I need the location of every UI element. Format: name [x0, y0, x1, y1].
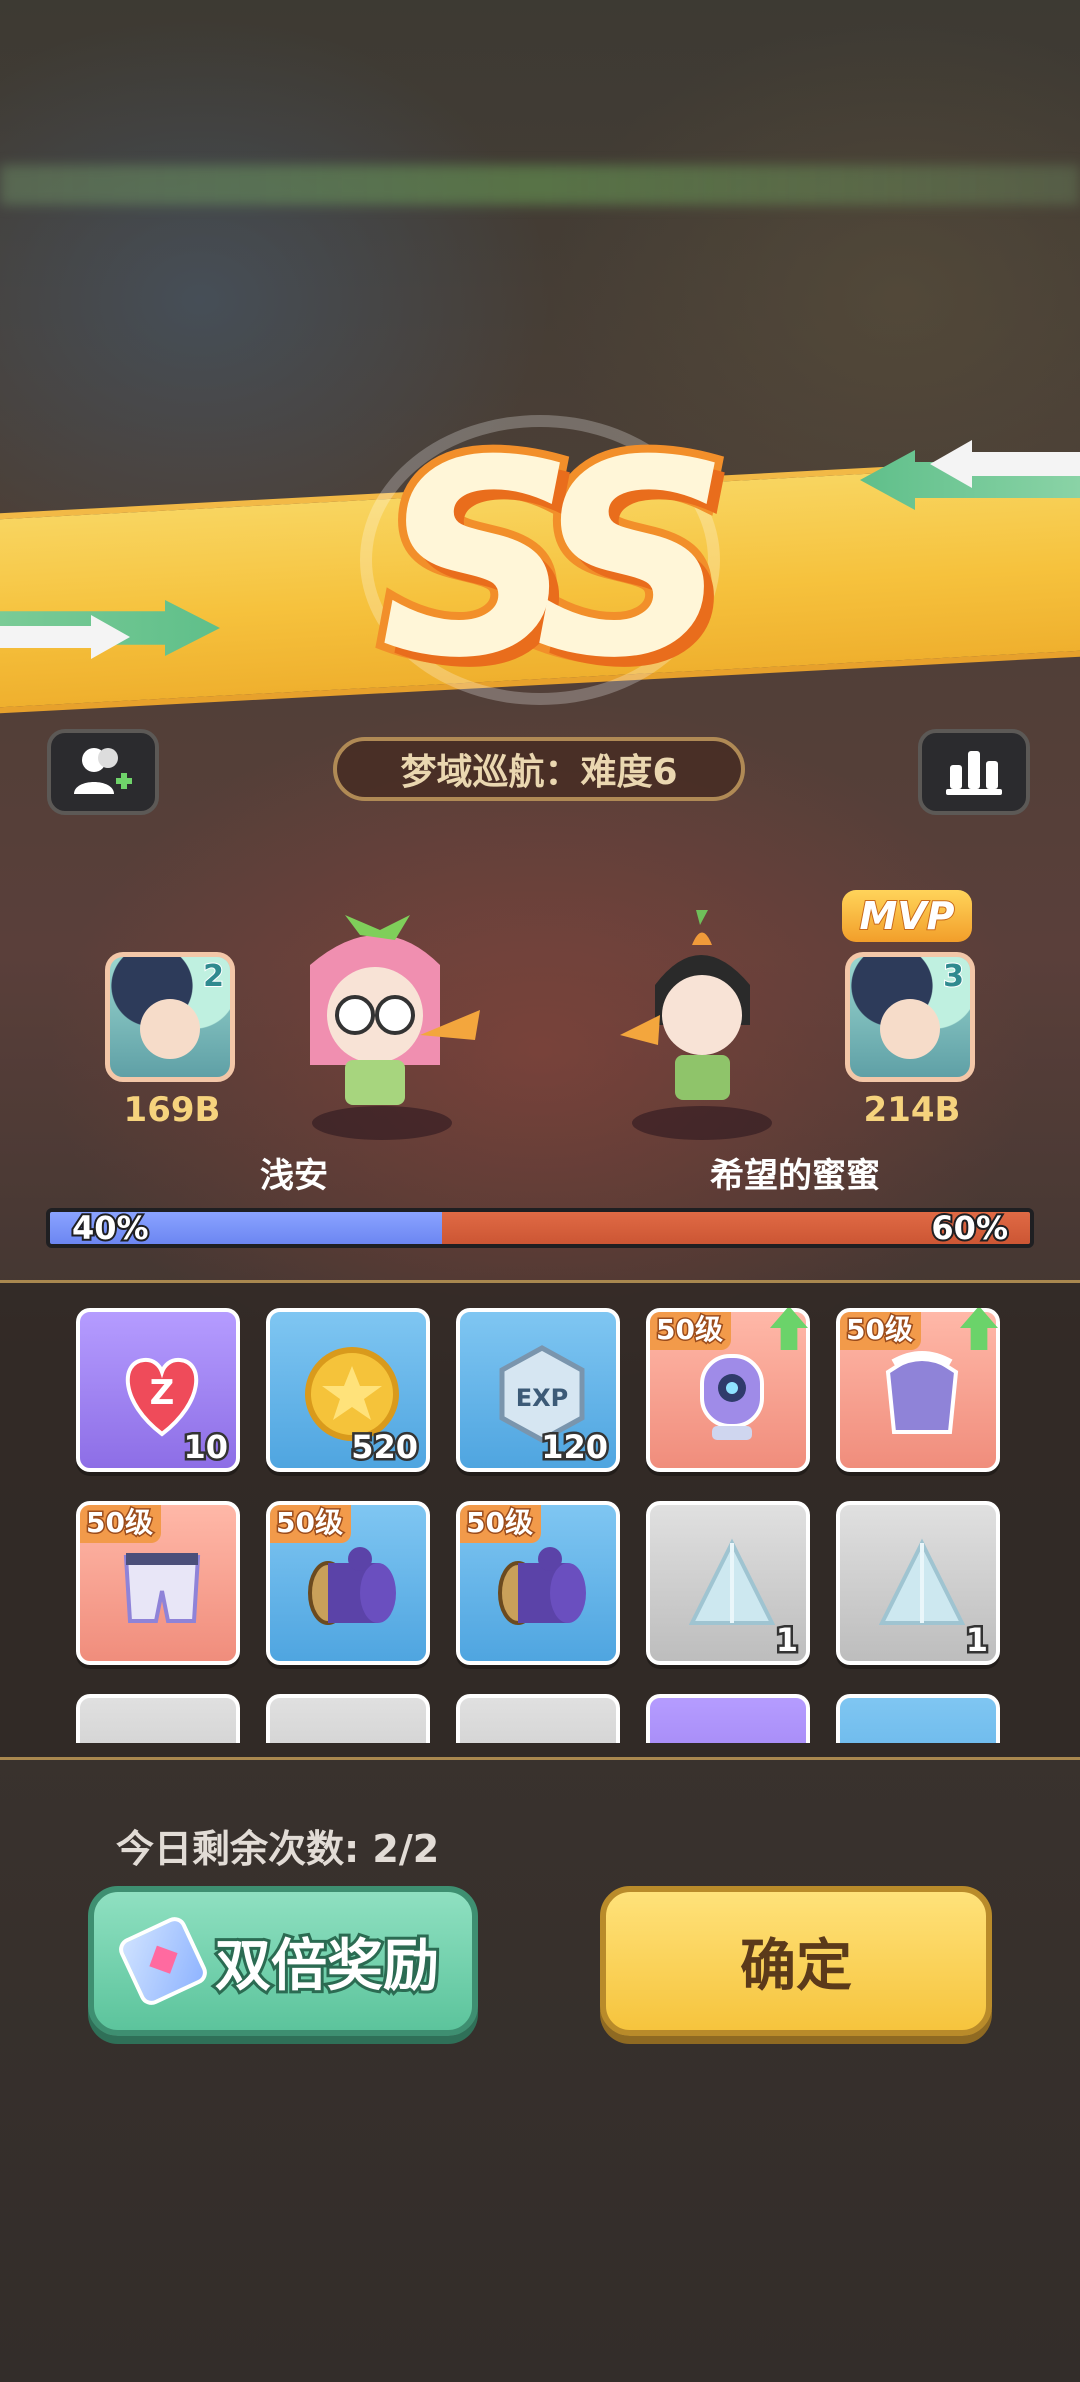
reward-item[interactable]: 1	[836, 1501, 1000, 1665]
reward-item[interactable]	[76, 1694, 240, 1743]
svg-text:Z: Z	[150, 1373, 175, 1413]
add-friend-icon	[74, 748, 132, 794]
player-score-right: 214B	[863, 1090, 961, 1130]
confirm-label: 确定	[740, 1933, 852, 1999]
drum-icon	[308, 1547, 396, 1625]
stage-title: 梦域巡航：难度6	[333, 737, 745, 801]
reward-item[interactable]	[456, 1694, 620, 1743]
double-reward-label: 双倍奖励	[212, 1931, 442, 2002]
player-rank-left: 2	[202, 958, 225, 995]
background-stripe	[0, 165, 1080, 205]
drum-icon	[498, 1547, 586, 1625]
reward-item[interactable]	[266, 1694, 430, 1743]
ticket-icon	[115, 1913, 211, 2009]
contribution-left-fill: 40%	[50, 1212, 442, 1244]
character-left	[310, 915, 480, 1105]
stats-button[interactable]	[918, 729, 1030, 815]
reward-level: 50级	[80, 1505, 161, 1543]
reward-item[interactable]	[836, 1694, 1000, 1743]
svg-text:EXP: EXP	[516, 1384, 569, 1412]
reward-level: 50级	[460, 1505, 541, 1543]
player-rank-right: 3	[942, 958, 965, 995]
player-name-left: 浅安	[260, 1156, 328, 1196]
player-name-right: 希望的蜜蜜	[710, 1156, 880, 1196]
reward-level: 50级	[270, 1505, 351, 1543]
reward-quantity: 1	[773, 1619, 800, 1662]
crystal-icon	[688, 1538, 776, 1625]
reward-level: 50级	[840, 1312, 921, 1350]
shorts-icon	[123, 1553, 201, 1623]
contribution-bar: 40% 60%	[46, 1208, 1034, 1248]
reward-quantity: 520	[349, 1426, 421, 1469]
reward-quantity: 120	[539, 1426, 611, 1469]
reward-item[interactable]	[646, 1694, 810, 1743]
contribution-right-label: 60%	[929, 1209, 1010, 1247]
add-friend-button[interactable]	[47, 729, 159, 815]
reward-item[interactable]: 1	[646, 1501, 810, 1665]
reward-item[interactable]: EXP 120	[456, 1308, 620, 1472]
reward-item[interactable]: 50级	[76, 1501, 240, 1665]
bar-chart-icon	[946, 751, 1002, 795]
contribution-left-label: 40%	[70, 1209, 151, 1247]
contribution-right-fill: 60%	[442, 1212, 1030, 1244]
reward-quantity: 10	[181, 1426, 230, 1469]
reward-item[interactable]: Z 10	[76, 1308, 240, 1472]
grade-label: SS	[372, 402, 737, 718]
confirm-button[interactable]: 确定	[600, 1886, 992, 2036]
reward-quantity: 1	[963, 1619, 990, 1662]
mvp-badge: MVP	[842, 890, 972, 942]
character-right	[620, 910, 750, 1100]
crystal-icon	[878, 1538, 966, 1625]
reward-item[interactable]: 50级	[266, 1501, 430, 1665]
jacket-icon	[885, 1351, 959, 1434]
double-reward-button[interactable]: 双倍奖励	[88, 1886, 478, 2036]
remaining-attempts: 今日剩余次数: 2/2	[116, 1827, 440, 1871]
eye-gear-icon	[700, 1354, 764, 1440]
reward-item[interactable]: 520	[266, 1308, 430, 1472]
reward-level: 50级	[650, 1312, 731, 1350]
rewards-grid[interactable]: Z 10 520 EXP 120 50级 50级 50级 50级 50级 1 1	[76, 1308, 1016, 1743]
player-score-left: 169B	[123, 1090, 221, 1130]
reward-item[interactable]: 50级	[456, 1501, 620, 1665]
player-avatar-right[interactable]: 3	[845, 952, 975, 1082]
player-avatar-left[interactable]: 2	[105, 952, 235, 1082]
